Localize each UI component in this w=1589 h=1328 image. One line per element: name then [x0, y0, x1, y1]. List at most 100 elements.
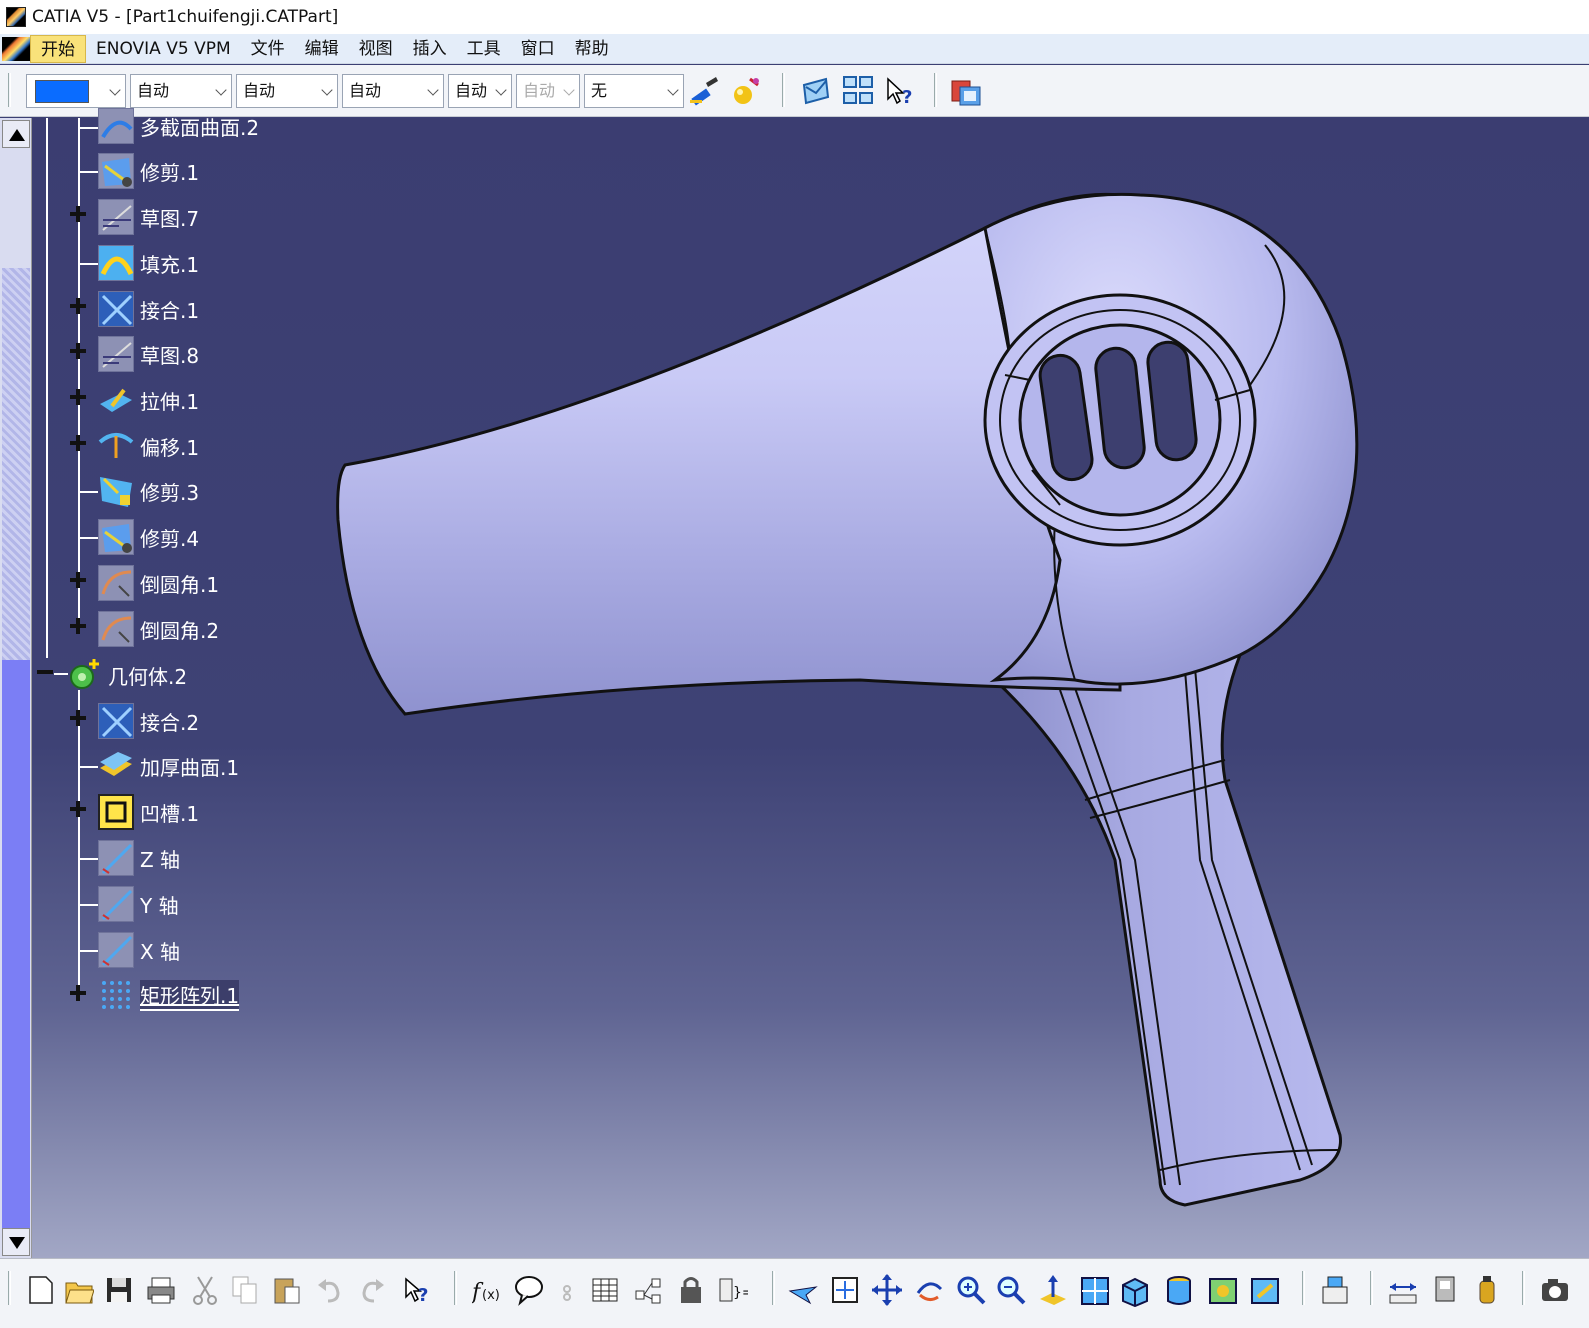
save-icon[interactable] — [104, 1273, 134, 1307]
toolbar-grip[interactable] — [454, 1271, 457, 1305]
toolbar-grip[interactable] — [1370, 1271, 1373, 1305]
apply-material-icon[interactable] — [730, 75, 762, 107]
menu-enovia[interactable]: ENOVIA V5 VPM — [86, 35, 241, 63]
menu-window[interactable]: 窗口 — [511, 35, 565, 63]
tree-node-y-axis[interactable]: Y 轴 — [98, 886, 179, 922]
expand-icon[interactable] — [70, 801, 86, 817]
redo-icon[interactable] — [358, 1273, 388, 1307]
3d-viewport[interactable] — [32, 118, 1589, 1258]
toolbar-grip[interactable] — [1522, 1271, 1525, 1305]
menu-view[interactable]: 视图 — [349, 35, 403, 63]
toolbar-grip[interactable] — [1302, 1271, 1305, 1305]
undo-icon[interactable] — [314, 1273, 344, 1307]
tree-scrollbar[interactable] — [0, 118, 32, 1258]
hair-dryer-model[interactable] — [32, 118, 1589, 1258]
start-menu-icon[interactable] — [2, 36, 30, 61]
normal-view-icon[interactable] — [1038, 1273, 1068, 1307]
scroll-up-button[interactable] — [2, 120, 30, 148]
tree-node-x-axis[interactable]: X 轴 — [98, 932, 180, 968]
pan-icon[interactable] — [872, 1273, 902, 1307]
layer-combo[interactable]: 无 — [584, 74, 684, 108]
expand-icon[interactable] — [70, 572, 86, 588]
tree-node-sketch-7[interactable]: 草图.7 — [98, 199, 199, 235]
expand-icon[interactable] — [70, 206, 86, 222]
tree-node-offset-1[interactable]: 偏移.1 — [98, 428, 199, 464]
selection-sets-icon[interactable] — [842, 75, 874, 107]
tree-node-join-2[interactable]: 接合.2 — [98, 703, 199, 739]
menu-help[interactable]: 帮助 — [565, 35, 619, 63]
tree-node-trim-1[interactable]: 修剪.1 — [98, 153, 199, 189]
expand-icon[interactable] — [70, 710, 86, 726]
formula-icon[interactable]: f (x) — [472, 1273, 502, 1307]
expand-icon[interactable] — [70, 298, 86, 314]
new-icon[interactable] — [26, 1273, 56, 1307]
menu-start[interactable]: 开始 — [30, 34, 86, 63]
zoom-in-icon[interactable] — [956, 1273, 986, 1307]
tree-node-fillet-2[interactable]: 倒圆角.2 — [98, 611, 219, 647]
measure-icon[interactable] — [1388, 1273, 1418, 1307]
expand-icon[interactable] — [70, 618, 86, 634]
tree-node-extrude-1[interactable]: 拉伸.1 — [98, 382, 199, 418]
fly-mode-icon[interactable] — [788, 1273, 818, 1307]
design-table-icon[interactable] — [590, 1273, 620, 1307]
catalog-icon[interactable] — [950, 75, 982, 107]
line-thickness-combo[interactable]: 自动 — [236, 74, 338, 108]
menu-tools[interactable]: 工具 — [457, 35, 511, 63]
reorder-icon[interactable] — [634, 1273, 664, 1307]
multi-view-icon[interactable] — [1080, 1273, 1110, 1307]
tools-palette-icon[interactable] — [1320, 1273, 1350, 1307]
tree-node-sketch-8[interactable]: 草图.8 — [98, 336, 199, 372]
toolbar-grip[interactable] — [772, 1271, 775, 1305]
open-icon[interactable] — [64, 1273, 94, 1307]
tree-node-thick-surface-1[interactable]: 加厚曲面.1 — [98, 748, 239, 784]
color-combo[interactable] — [26, 74, 126, 108]
tree-node-fillet-1[interactable]: 倒圆角.1 — [98, 565, 219, 601]
toolbar-grip[interactable] — [8, 73, 11, 107]
tree-node-z-axis[interactable]: Z 轴 — [98, 840, 180, 876]
capture-icon[interactable] — [1540, 1273, 1570, 1307]
expand-icon[interactable] — [70, 985, 86, 1001]
fit-all-icon[interactable] — [830, 1273, 860, 1307]
swap-visible-space-icon[interactable] — [1250, 1273, 1280, 1307]
hide-show-icon[interactable] — [1208, 1273, 1238, 1307]
inertia-icon[interactable] — [1430, 1273, 1460, 1307]
cut-icon[interactable] — [190, 1273, 220, 1307]
tree-node-multisection-surface-2[interactable]: 多截面曲面.2 — [98, 108, 259, 144]
scroll-down-button[interactable] — [2, 1228, 30, 1256]
toolbar-grip[interactable] — [782, 73, 785, 107]
whats-this-icon[interactable]: ? — [404, 1273, 434, 1307]
knowledge-advisor-icon[interactable] — [514, 1273, 544, 1307]
menu-file[interactable]: 文件 — [241, 35, 295, 63]
tree-node-trim-3[interactable]: 修剪.3 — [98, 473, 199, 509]
expand-icon[interactable] — [70, 435, 86, 451]
reset-icon[interactable] — [800, 75, 832, 107]
expand-icon[interactable] — [70, 343, 86, 359]
law-icon[interactable]: }= — [718, 1273, 748, 1307]
collapse-icon[interactable] — [37, 664, 53, 680]
shading-icon[interactable] — [1164, 1273, 1194, 1307]
paste-icon[interactable] — [272, 1273, 302, 1307]
rotate-icon[interactable] — [914, 1273, 944, 1307]
zoom-out-icon[interactable] — [996, 1273, 1026, 1307]
tree-node-rectangular-pattern-1[interactable]: 矩形阵列.1 — [98, 977, 240, 1013]
tree-node-join-1[interactable]: 接合.1 — [98, 291, 199, 327]
painter-icon[interactable] — [688, 75, 720, 107]
scroll-track[interactable] — [2, 268, 30, 660]
tree-node-pocket-1[interactable]: 凹槽.1 — [98, 794, 199, 830]
menu-insert[interactable]: 插入 — [403, 35, 457, 63]
isometric-view-icon[interactable] — [1120, 1273, 1150, 1307]
lock-icon[interactable] — [676, 1273, 706, 1307]
ordered-set-icon[interactable] — [556, 1273, 586, 1307]
transparency-combo[interactable]: 自动 — [130, 74, 232, 108]
menu-edit[interactable]: 编辑 — [295, 35, 349, 63]
apply-material-bottom-icon[interactable] — [1472, 1273, 1502, 1307]
toolbar-grip[interactable] — [934, 73, 937, 107]
print-icon[interactable] — [146, 1273, 176, 1307]
line-type-combo[interactable]: 自动 — [342, 74, 444, 108]
toolbar-grip[interactable] — [8, 1271, 11, 1305]
tree-node-fill-1[interactable]: 填充.1 — [98, 245, 199, 281]
whats-this-icon[interactable]: ? — [884, 75, 916, 107]
copy-icon[interactable] — [230, 1273, 260, 1307]
tree-node-body-2[interactable]: 几何体.2 — [66, 657, 187, 693]
expand-icon[interactable] — [70, 389, 86, 405]
